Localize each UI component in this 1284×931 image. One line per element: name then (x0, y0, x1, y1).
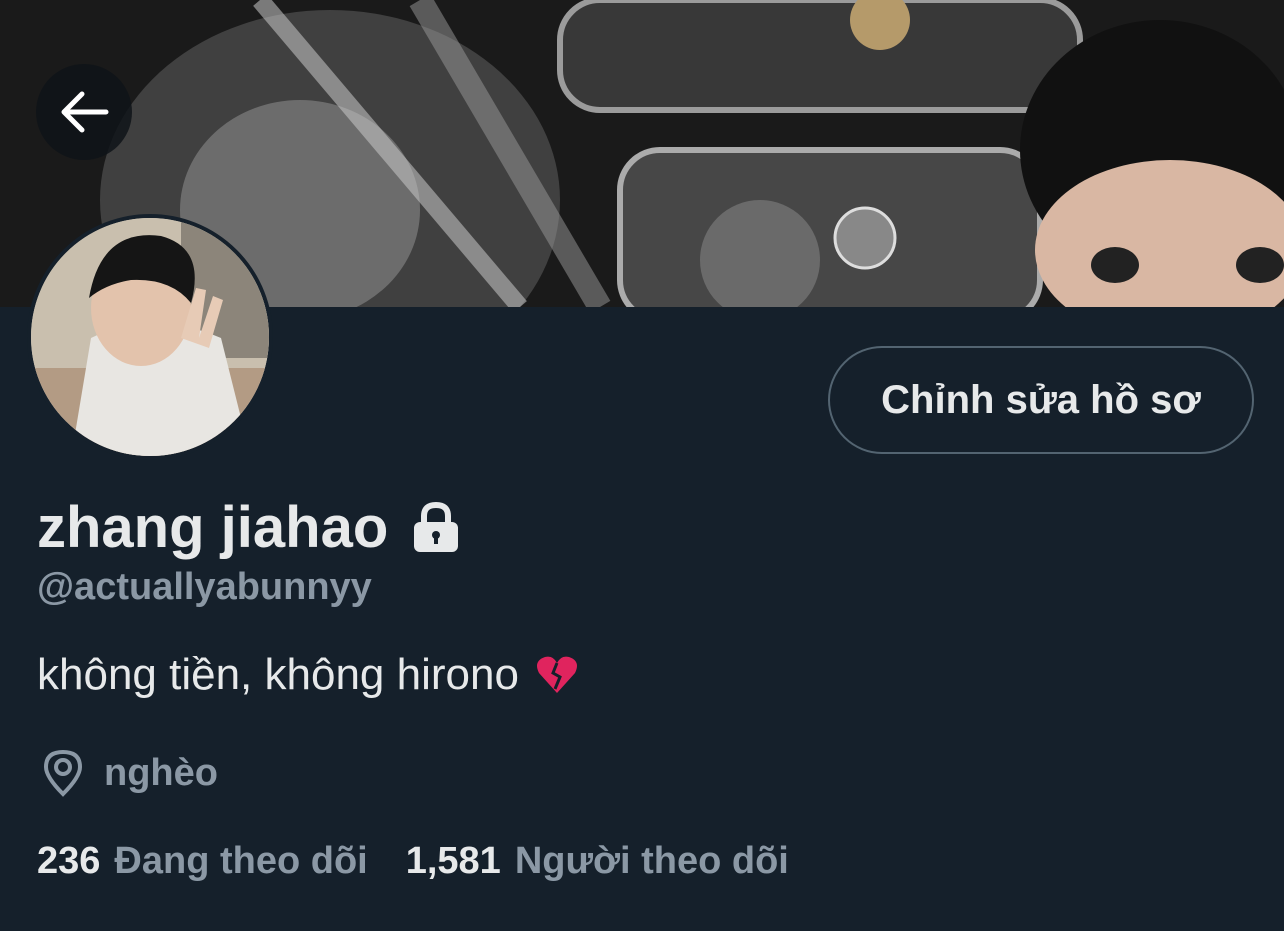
back-button[interactable] (36, 64, 132, 160)
followers-link[interactable]: 1,581 Người theo dõi (406, 840, 789, 883)
profile-bio: không tiền, không hirono (37, 650, 579, 700)
followers-label: Người theo dõi (514, 839, 789, 882)
display-name-row: zhang jiahao (37, 496, 460, 560)
follow-stats: 236 Đang theo dõi 1,581 Người theo dõi (37, 836, 789, 886)
edit-profile-label: Chỉnh sửa hồ sơ (881, 377, 1201, 422)
following-label: Đang theo dõi (114, 839, 368, 882)
followers-count: 1,581 (405, 839, 501, 882)
display-name: zhang jiahao (37, 495, 389, 560)
following-count: 236 (37, 839, 101, 882)
avatar-image (31, 218, 269, 456)
lock-icon (412, 501, 460, 554)
following-link[interactable]: 236 Đang theo dõi (37, 840, 368, 883)
user-handle: @actuallyabunnyy (37, 566, 372, 608)
avatar[interactable] (27, 214, 273, 460)
location-text: nghèo (104, 751, 218, 794)
location-row: nghèo (40, 748, 218, 798)
bio-text: không tiền, không hirono (37, 650, 519, 699)
edit-profile-button[interactable]: Chỉnh sửa hồ sơ (828, 346, 1254, 454)
arrow-left-icon (61, 91, 109, 133)
location-pin-icon (40, 749, 86, 797)
broken-heart-icon (535, 653, 579, 697)
